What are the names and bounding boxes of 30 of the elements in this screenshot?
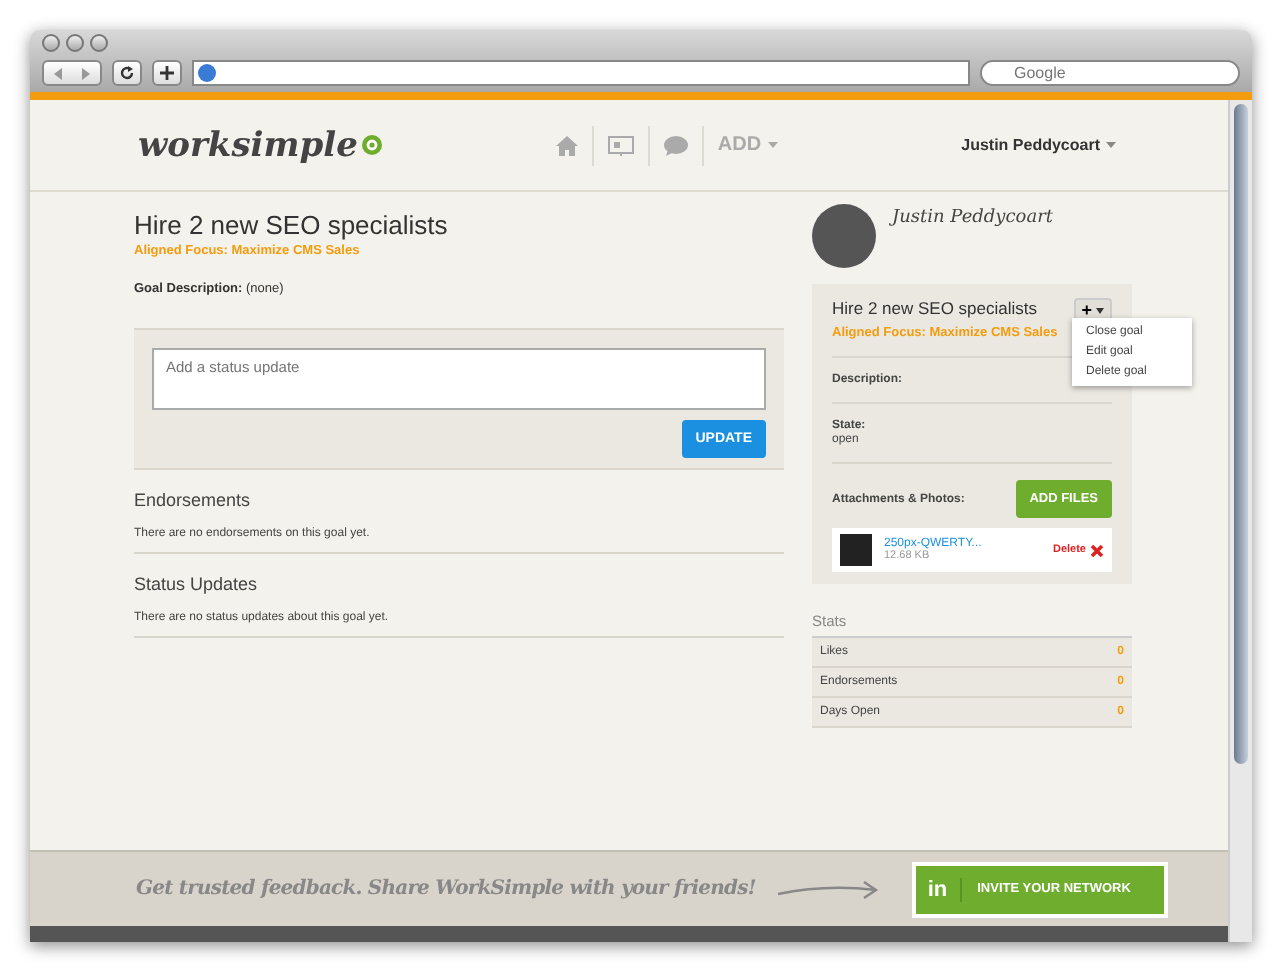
arrow-icon bbox=[775, 879, 880, 899]
reload-icon bbox=[120, 66, 134, 80]
reload-button[interactable] bbox=[112, 60, 142, 86]
home-icon bbox=[555, 135, 578, 155]
share-message: Get trusted feedback. Share WorkSimple with your friends! bbox=[136, 878, 756, 900]
close-icon bbox=[1090, 543, 1104, 557]
caret-icon bbox=[1105, 142, 1116, 148]
card-title: Hire 2 new SEO specialists bbox=[832, 298, 1038, 318]
owner-name: Justin Peddycoart bbox=[892, 206, 1054, 232]
window-minimize-button[interactable] bbox=[66, 34, 84, 52]
search-field[interactable]: Google bbox=[980, 60, 1240, 86]
window-zoom-button[interactable] bbox=[90, 34, 108, 52]
section-title: Endorsements bbox=[134, 490, 253, 510]
caret-icon bbox=[767, 142, 778, 148]
caret-icon bbox=[1096, 307, 1104, 313]
goal-title: Hire 2 new SEO specialists bbox=[134, 210, 450, 240]
back-forward-arrows-icon bbox=[54, 67, 90, 79]
section-title: Status Updates bbox=[134, 574, 260, 594]
new-tab-button[interactable] bbox=[152, 60, 182, 86]
back-forward-button[interactable] bbox=[42, 60, 102, 86]
scrollbar[interactable] bbox=[1228, 100, 1252, 942]
presentation-board-icon bbox=[607, 135, 634, 155]
image-thumbnail bbox=[840, 534, 872, 566]
window-close-button[interactable] bbox=[42, 34, 60, 52]
logo[interactable]: worksimple bbox=[138, 125, 384, 165]
address-field[interactable] bbox=[192, 60, 970, 86]
plus-icon bbox=[160, 66, 174, 80]
user-menu[interactable]: Justin Peddycoart bbox=[949, 134, 1128, 156]
globe-icon bbox=[198, 64, 216, 82]
avatar-circle bbox=[812, 204, 876, 268]
